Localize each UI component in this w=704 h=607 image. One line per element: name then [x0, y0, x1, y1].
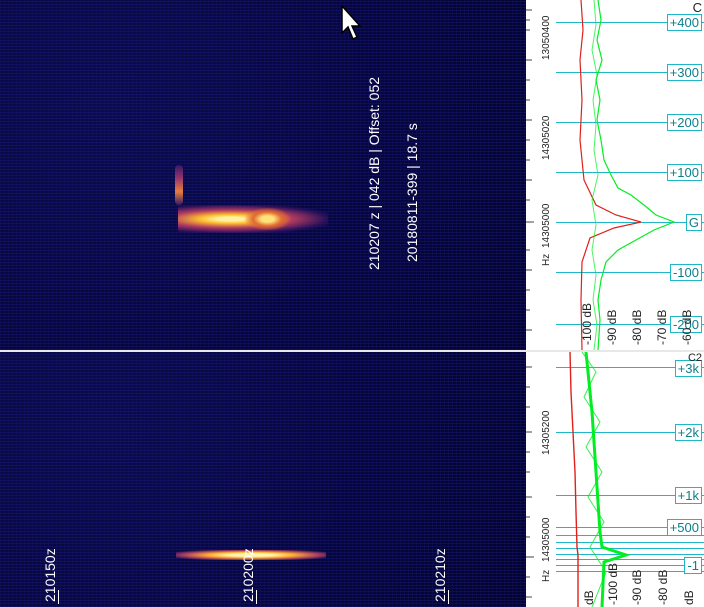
spectrum-panel-bottom[interactable]: +3k +2k +1k +500 -1 dB -100 dB -90 dB -8…: [556, 352, 704, 607]
corner-letter-bottom: C2: [687, 352, 702, 364]
info-line-1: 210207 z | 042 dB | Offset: 052: [366, 76, 382, 270]
db-label-2: -90 dB: [605, 309, 619, 345]
db-label-5: -60 dB: [680, 309, 694, 345]
db-label-bottom-3: -90 dB: [630, 569, 644, 605]
mouse-cursor-icon: [341, 5, 362, 41]
time-label-3: 210210z: [432, 548, 448, 602]
corner-letter-top: C: [692, 0, 702, 15]
info-line-2: 20180811-399 | 18.7 s: [404, 123, 420, 262]
frequency-scale-top: 13050400 14305020 14305000 Hz: [526, 0, 556, 350]
scale-ticks-bottom: [526, 366, 534, 598]
db-label-bottom-5: dB: [682, 590, 696, 605]
signal-trace-top-2: [245, 208, 290, 230]
time-tick-3: [448, 590, 449, 604]
offset-tag-plus2k: +2k: [674, 424, 702, 441]
freq-label-3: 14305000: [541, 203, 552, 249]
waterfall-top[interactable]: 210207 z | 042 dB | Offset: 052 20180811…: [0, 0, 526, 350]
time-label-2: 210200z: [240, 548, 256, 602]
offset-tag-plus100: +100: [666, 164, 702, 181]
frequency-scale-bottom: 14305200 14305000 Hz: [526, 352, 556, 607]
offset-tag-center: G: [685, 214, 702, 231]
db-label-bottom-4: -80 dB: [656, 569, 670, 605]
offset-tag-minus1: -1: [684, 557, 702, 574]
time-tick-2: [256, 590, 257, 604]
offset-tag-plus500: +500: [666, 519, 702, 536]
offset-tag-plus400: +400: [666, 14, 702, 31]
offset-tag-plus300: +300: [666, 64, 702, 81]
db-label-bottom-2: -100 dB: [606, 562, 620, 605]
noise-texture: [0, 0, 526, 350]
time-label-1: 210150z: [42, 548, 58, 602]
freq-label-bottom-1: 14305200: [541, 410, 552, 456]
waterfall-bottom[interactable]: 210150z 210200z 210210z: [0, 352, 526, 607]
offset-tag-plus1k: +1k: [674, 487, 702, 504]
db-label-4: -70 dB: [655, 309, 669, 345]
freq-unit-bottom: Hz: [541, 569, 552, 582]
db-label-1: -100 dB: [580, 302, 594, 345]
freq-label-1: 13050400: [541, 15, 552, 61]
freq-label-bottom-2: 14305000: [541, 517, 552, 563]
freq-unit: Hz: [541, 253, 552, 266]
freq-label-2: 14305020: [541, 115, 552, 161]
offset-tag-plus200: +200: [666, 114, 702, 131]
offset-tag-minus100: -100: [669, 264, 702, 281]
spectrum-panel-top[interactable]: +400 +300 +200 +100 G -100 -200 -100 dB …: [556, 0, 704, 350]
db-label-3: -80 dB: [630, 309, 644, 345]
time-tick-1: [58, 590, 59, 604]
db-label-bottom-1: dB: [582, 590, 596, 605]
signal-vertical-streak: [175, 165, 183, 205]
